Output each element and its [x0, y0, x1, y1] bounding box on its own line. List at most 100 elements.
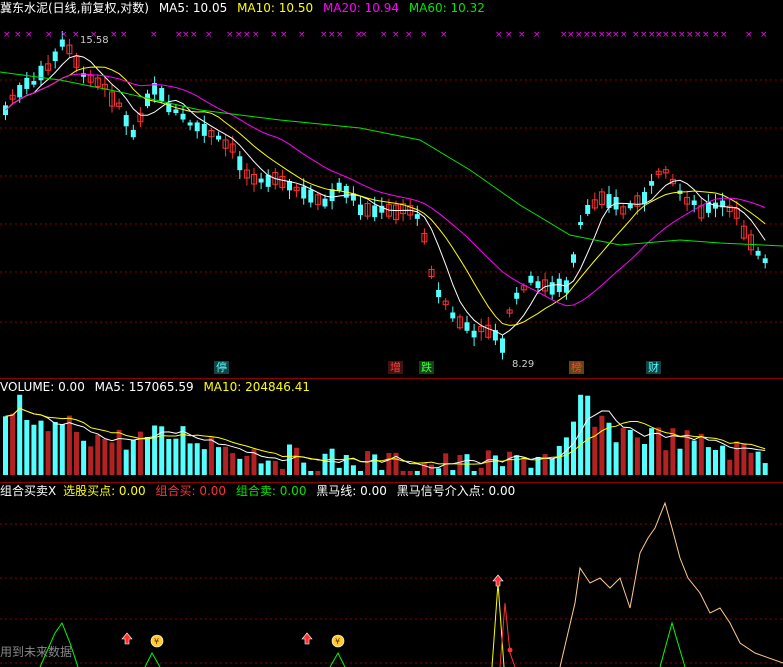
volume-bar: [365, 451, 371, 475]
x-signal-mark: ×: [328, 30, 336, 40]
candle-down: [585, 204, 591, 214]
candle-down: [159, 88, 165, 101]
volume-bar: [400, 471, 406, 475]
candle-down: [755, 250, 761, 256]
volume-bar: [116, 429, 122, 475]
volume-bar: [457, 455, 463, 475]
volume-bar: [315, 471, 321, 475]
candle-down: [691, 200, 697, 206]
candle-down: [414, 214, 420, 219]
volume-bar: [88, 446, 94, 475]
future-data-watermark: 用到未来数据: [0, 645, 73, 659]
volume-bar: [386, 452, 392, 475]
candle-down: [187, 122, 193, 126]
x-signal-mark: ×: [632, 30, 640, 40]
volume-bar: [720, 445, 726, 475]
candle-down: [258, 178, 264, 183]
candle-down: [24, 77, 30, 89]
candle-down: [464, 322, 470, 331]
candle-down: [514, 292, 520, 299]
volume-panel[interactable]: VOLUME: 0.00 MA5: 157065.59 MA10: 204846…: [0, 378, 783, 483]
x-signal-mark: ×: [575, 30, 583, 40]
candle-down: [173, 109, 179, 114]
volume-bar: [521, 456, 527, 475]
marker-finance[interactable]: 财: [646, 361, 661, 374]
volume-bar: [755, 451, 761, 475]
volume-bar: [542, 454, 548, 475]
candle-down: [627, 204, 633, 209]
volume-bar: [613, 442, 619, 475]
indicator-panel[interactable]: 组合买卖X 选股买点: 0.00 组合买: 0.00 组合卖: 0.00 黑马线…: [0, 482, 783, 667]
volume-bar: [549, 458, 555, 475]
candle-down: [216, 135, 221, 140]
volume-header: VOLUME: 0.00 MA5: 157065.59 MA10: 204846…: [0, 379, 316, 395]
volume-bar: [762, 463, 768, 475]
volume-bar: [492, 455, 498, 475]
x-signal-mark: ×: [110, 30, 118, 40]
x-signal-mark: ×: [45, 30, 53, 40]
candle-down: [194, 122, 200, 132]
ma5-line: [5, 54, 766, 336]
x-signal-mark: ×: [243, 30, 251, 40]
marker-drop[interactable]: 跌: [419, 361, 434, 374]
candle-down: [571, 254, 576, 263]
volume-bar: [173, 438, 179, 475]
volume-bar: [507, 451, 513, 475]
volume-bar: [24, 419, 30, 475]
candle-down: [358, 204, 363, 216]
sell-line: [144, 651, 161, 667]
horse-label: 黑马线: 0.00: [316, 484, 387, 498]
x-signal-mark: ×: [392, 30, 400, 40]
volume-bar: [436, 468, 442, 475]
sell-label: 组合卖: 0.00: [235, 484, 307, 498]
volume-bar: [634, 437, 640, 475]
volume-bar: [308, 471, 314, 475]
indicator-chart[interactable]: ¥ ¥: [0, 483, 783, 667]
x-signal-mark: ×: [235, 30, 243, 40]
volume-bar: [194, 443, 200, 475]
stock-title: 冀东水泥(日线,前复权,对数): [0, 1, 149, 15]
volume-bar: [59, 424, 65, 475]
x-signal-mark: ×: [72, 30, 80, 40]
volume-bar: [500, 466, 505, 475]
x-signal-mark: ×: [590, 30, 598, 40]
marker-stop[interactable]: 停: [214, 361, 229, 374]
candle-down: [500, 338, 505, 353]
indicator-title: 组合买卖X: [0, 484, 57, 498]
volume-bar: [343, 455, 349, 475]
x-signal-mark: ×: [226, 30, 234, 40]
volume-bar: [585, 395, 591, 475]
sell-line: [659, 621, 686, 667]
x-signal-mark: ×: [120, 30, 128, 40]
candle-down: [130, 129, 136, 138]
marker-rank[interactable]: 榜: [569, 361, 584, 374]
x-signal-mark: ×: [60, 30, 68, 40]
volume-bar: [294, 447, 300, 475]
volume-title: VOLUME: 0.00: [0, 380, 85, 394]
volume-bar: [379, 469, 385, 475]
volume-bar: [180, 426, 186, 475]
x-signal-mark: ×: [440, 30, 448, 40]
x-signal-mark: ×: [567, 30, 575, 40]
volume-bar: [748, 452, 754, 475]
volume-bar: [95, 434, 101, 475]
volume-bar: [301, 462, 307, 475]
volume-ma5-label: MA5: 157065.59: [94, 380, 194, 394]
buy-point: [507, 647, 513, 653]
price-panel[interactable]: 冀东水泥(日线,前复权,对数) MA5: 10.05 MA10: 10.50 M…: [0, 0, 783, 378]
volume-bar: [727, 459, 733, 475]
volume-bar: [237, 458, 243, 475]
x-signal-mark: ×: [612, 30, 620, 40]
sell-line: [329, 651, 346, 667]
candle-down: [436, 289, 442, 298]
pick-label: 选股买点: 0.00: [63, 484, 146, 498]
money-bag-glyph: ¥: [335, 637, 340, 646]
candlestick-chart[interactable]: × × × × × × × × × × × × × × × × × × × × × × × × ×× × × × × × × × × × × × × × ×…: [0, 0, 783, 378]
volume-bar: [677, 448, 683, 475]
marker-increase[interactable]: 增: [388, 361, 403, 374]
volume-bar: [642, 444, 647, 475]
volume-bar: [265, 460, 271, 475]
x-signal-mark: ×: [336, 30, 344, 40]
volume-bar: [606, 422, 612, 475]
candle-down: [329, 189, 335, 202]
